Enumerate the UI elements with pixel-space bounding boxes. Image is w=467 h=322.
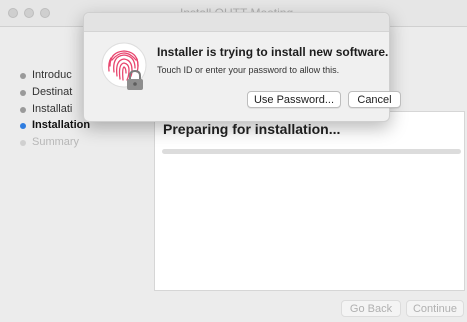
installer-window: Install OUTT Meeting Introduc Destinat I…	[0, 0, 467, 322]
step-label: Summary	[32, 136, 80, 148]
step-introduction: Introduc	[20, 69, 72, 81]
zoom-window-button[interactable]	[40, 8, 50, 18]
step-bullet	[20, 123, 26, 129]
progress-bar	[162, 149, 461, 154]
lock-icon	[127, 69, 143, 90]
step-bullet	[20, 107, 26, 113]
close-window-button[interactable]	[8, 8, 18, 18]
cancel-button[interactable]: Cancel	[348, 91, 401, 108]
page-title: Preparing for installation...	[163, 121, 341, 137]
go-back-button[interactable]: Go Back	[341, 300, 401, 317]
step-destination: Destinat	[20, 86, 73, 98]
step-installation: Installation	[20, 119, 91, 131]
dialog-header	[84, 13, 389, 32]
step-bullet	[20, 73, 26, 79]
step-installation-type: Installati	[20, 103, 73, 115]
step-bullet	[20, 90, 26, 96]
minimize-window-button[interactable]	[24, 8, 34, 18]
step-label: Destinat	[32, 86, 73, 98]
step-summary: Summary	[20, 136, 80, 148]
auth-dialog: Installer is trying to install new softw…	[83, 12, 401, 122]
step-bullet	[20, 140, 26, 146]
dialog-message: Touch ID or enter your password to allow…	[157, 65, 340, 75]
continue-button[interactable]: Continue	[406, 300, 464, 317]
step-label: Installation	[32, 119, 91, 131]
step-label: Introduc	[32, 69, 72, 81]
dialog-title: Installer is trying to install new softw…	[157, 45, 389, 59]
use-password-button[interactable]: Use Password...	[247, 91, 341, 108]
main-content-panel: Preparing for installation...	[154, 111, 465, 291]
step-label: Installati	[32, 103, 73, 115]
